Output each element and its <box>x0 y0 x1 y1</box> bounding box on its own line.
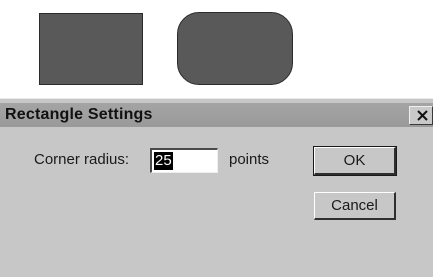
corner-radius-value: 25 <box>154 152 173 170</box>
dialog-titlebar[interactable]: Rectangle Settings <box>0 103 433 127</box>
rounded-rectangle-preview <box>177 12 293 85</box>
close-icon <box>417 110 428 121</box>
screen: Rectangle Settings Corner radius: 25 poi… <box>0 0 433 277</box>
ok-button[interactable]: OK <box>313 146 397 176</box>
dialog-title: Rectangle Settings <box>5 106 153 123</box>
rectangle-settings-dialog: Rectangle Settings Corner radius: 25 poi… <box>0 98 433 277</box>
close-button[interactable] <box>409 106 433 125</box>
corner-radius-label: Corner radius: <box>34 151 130 168</box>
cancel-button[interactable]: Cancel <box>314 192 396 220</box>
corner-radius-input[interactable]: 25 <box>150 148 218 173</box>
square-rectangle-preview <box>39 13 143 85</box>
points-unit-label: points <box>229 151 270 168</box>
